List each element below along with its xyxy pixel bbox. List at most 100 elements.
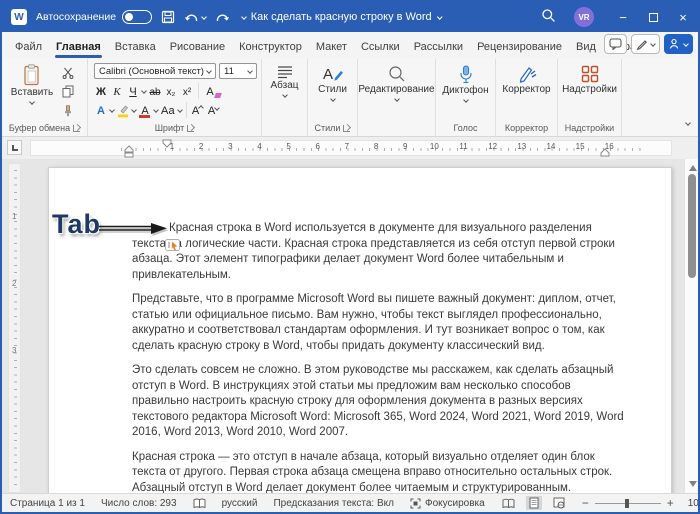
change-case-chevron[interactable] — [176, 106, 183, 113]
maximize-button[interactable] — [638, 2, 668, 32]
ribbon-tab-1[interactable]: Главная — [49, 36, 108, 59]
shrink-font-button[interactable]: А — [207, 102, 221, 118]
superscript-button[interactable]: x² — [180, 83, 194, 99]
word-count[interactable]: Число слов: 293 — [101, 498, 177, 509]
styles-dialog-launcher[interactable] — [343, 124, 351, 132]
paragraph-label: Абзац — [270, 80, 299, 91]
zoom-in-button[interactable]: + — [667, 496, 674, 510]
focus-button[interactable]: Фокусировка — [410, 498, 485, 509]
font-size-combo[interactable]: 11 — [219, 63, 257, 79]
bold-button[interactable]: Ж — [94, 83, 108, 99]
account-avatar[interactable]: VR — [574, 7, 594, 27]
ribbon-tab-4[interactable]: Конструктор — [232, 36, 309, 59]
comments-button[interactable] — [604, 34, 627, 54]
ribbon-tab-8[interactable]: Рецензирование — [470, 36, 569, 59]
addins-label: Надстройки — [562, 84, 617, 95]
maximize-icon — [648, 12, 658, 22]
text-effects-button[interactable]: А — [94, 102, 108, 118]
format-painter-button[interactable] — [58, 103, 78, 118]
tab-stop-icon — [11, 144, 18, 151]
scrollbar-thumb[interactable] — [688, 174, 696, 278]
spellcheck-button[interactable] — [193, 498, 206, 509]
text-effects-chevron[interactable] — [109, 106, 115, 113]
web-layout-button[interactable] — [550, 496, 568, 510]
zoom-level[interactable]: 100 % — [688, 498, 698, 509]
dictate-button[interactable]: Диктофон — [436, 65, 495, 103]
addins-grid-icon — [581, 65, 598, 83]
ribbon-tab-6[interactable]: Ссылки — [354, 36, 407, 59]
font-color-button[interactable]: А — [138, 102, 152, 118]
document-title-dropdown[interactable]: Как сделать красную строку в Word — [251, 2, 443, 32]
clipboard-dialog-launcher[interactable] — [73, 124, 81, 132]
page-indicator[interactable]: Страница 1 из 1 — [10, 498, 85, 509]
cut-button[interactable] — [58, 65, 78, 80]
editing-button[interactable]: Редактирование — [358, 65, 435, 102]
undo-dropdown-chevron — [201, 14, 207, 20]
share-button[interactable] — [664, 34, 693, 54]
search-button[interactable] — [541, 8, 556, 26]
ruler-number-15: 15 — [575, 141, 585, 151]
clear-formatting-glyph: А — [206, 86, 214, 98]
editing-label: Редактирование — [358, 84, 435, 95]
font-name-combo[interactable]: Calibri (Основной текст) — [94, 63, 216, 79]
paragraph-button[interactable]: Абзац — [262, 65, 307, 98]
titlebar-right: VR − × — [541, 2, 698, 32]
voice-group: Диктофон Голос — [436, 59, 496, 136]
read-mode-button[interactable] — [499, 497, 518, 510]
highlight-chevron[interactable] — [131, 106, 137, 113]
ribbon-tab-3[interactable]: Рисование — [163, 36, 232, 59]
customize-qat-button[interactable] — [239, 14, 247, 20]
strikethrough-button[interactable]: ab — [148, 83, 162, 99]
language-indicator[interactable]: русский — [222, 498, 258, 509]
ruler-number-1: 1 — [169, 141, 175, 151]
clear-formatting-button[interactable]: А — [203, 83, 222, 99]
title-chevron-icon — [436, 14, 443, 20]
close-button[interactable]: × — [668, 2, 698, 32]
word-app-icon[interactable]: W — [11, 9, 27, 25]
grow-font-button[interactable]: А — [191, 102, 205, 118]
drawing-button[interactable] — [631, 34, 660, 54]
tab-selector-button[interactable] — [7, 140, 22, 155]
editing-chevron — [393, 96, 400, 102]
zoom-out-button[interactable]: − — [582, 496, 589, 510]
underline-button[interactable]: Ч — [126, 83, 140, 99]
document-page[interactable]: Красная строка в Word используется в док… — [48, 167, 672, 493]
styles-button[interactable]: А Стили — [308, 65, 357, 102]
scroll-down-arrow[interactable] — [688, 481, 697, 487]
autosave-toggle[interactable] — [122, 10, 153, 24]
font-size-chevron — [247, 68, 253, 74]
underline-chevron[interactable] — [141, 88, 147, 94]
undo-button[interactable] — [184, 10, 207, 24]
font-size-value: 11 — [224, 65, 234, 77]
scroll-up-arrow[interactable] — [688, 165, 697, 171]
ribbon-tab-0[interactable]: Файл — [8, 36, 49, 59]
doc-paragraph-2: Представьте, что в программе Microsoft W… — [132, 293, 616, 352]
zoom-slider[interactable] — [594, 498, 661, 508]
hanging-indent-marker[interactable] — [124, 145, 134, 158]
font-dialog-launcher[interactable] — [187, 124, 195, 132]
copy-button[interactable] — [58, 84, 78, 99]
highlight-button[interactable] — [116, 102, 130, 118]
paste-button[interactable]: Вставить — [10, 64, 54, 105]
redo-button[interactable] — [215, 10, 230, 24]
save-button[interactable] — [161, 10, 175, 24]
print-layout-button[interactable] — [525, 496, 542, 510]
addins-button[interactable]: Надстройки — [558, 65, 621, 95]
paragraph-lines-icon — [277, 66, 292, 79]
ribbon-tab-5[interactable]: Макет — [309, 36, 354, 59]
ribbon-tab-2[interactable]: Вставка — [108, 36, 163, 59]
ribbon-tab-7[interactable]: Рассылки — [407, 36, 470, 59]
italic-button[interactable]: К — [110, 83, 124, 99]
collapse-ribbon-button[interactable] — [685, 117, 691, 128]
zoom-slider-thumb[interactable] — [624, 498, 629, 508]
minimize-button[interactable]: − — [608, 2, 638, 32]
font-group-label-text: Шрифт — [154, 123, 185, 133]
change-case-button[interactable]: Аа — [160, 102, 176, 118]
editor-button[interactable]: Корректор — [496, 65, 557, 95]
ribbon-tab-9[interactable]: Вид — [569, 36, 603, 59]
vertical-scrollbar[interactable] — [684, 159, 698, 493]
focus-icon — [410, 498, 421, 508]
subscript-button[interactable]: x₂ — [164, 83, 178, 99]
text-predictions-indicator[interactable]: Предсказания текста: Вкл — [273, 498, 394, 509]
font-color-chevron[interactable] — [153, 106, 159, 113]
